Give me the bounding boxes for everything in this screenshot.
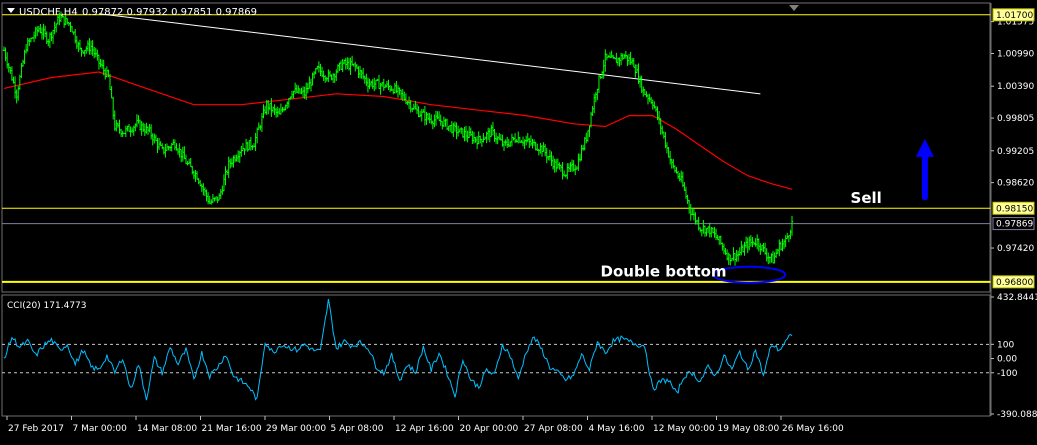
current-price-label: 0.97869 (996, 220, 1033, 230)
level-price-label: 1.01700 (996, 11, 1033, 21)
time-tick-label: 5 Apr 08:00 (331, 424, 384, 434)
level-price-label: 0.98150 (996, 204, 1033, 214)
price-tick-label: 0.99805 (997, 114, 1034, 124)
time-tick-label: 21 Mar 16:00 (202, 424, 262, 434)
time-tick-label: 12 Apr 16:00 (395, 424, 454, 434)
time-tick-label: 4 May 16:00 (589, 424, 645, 434)
chart-window: 1.01575 1.00990 1.00390 0.99805 0.99205 0.986… (0, 0, 1037, 441)
time-tick-label: 26 May 16:00 (782, 424, 844, 434)
sell-annotation: Sell (851, 189, 882, 207)
price-tick-label: 1.00390 (997, 82, 1034, 92)
chart-background (0, 0, 1037, 441)
cci-tick-label: 432.8441 (997, 293, 1037, 303)
cci-label: CCI(20) 171.4773 (7, 301, 87, 311)
time-tick-label: 27 Apr 08:00 (524, 424, 583, 434)
time-tick-label: 20 Apr 00:00 (460, 424, 519, 434)
price-tick-label: 0.97420 (997, 244, 1034, 254)
time-tick-label: 29 Mar 00:00 (266, 424, 326, 434)
time-tick-label: 27 Feb 2017 (8, 424, 64, 434)
time-tick-label: 12 May 00:00 (653, 424, 715, 434)
time-tick-label: 19 May 08:00 (718, 424, 780, 434)
cci-tick-label: 0.00 (997, 355, 1017, 365)
price-tick-label: 0.98620 (997, 179, 1034, 189)
cci-tick-label: -390.0889 (997, 410, 1037, 420)
double-bottom-annotation: Double bottom (601, 262, 727, 280)
cci-tick-label: 100 (997, 340, 1014, 350)
price-tick-label: 1.00990 (997, 49, 1034, 59)
time-tick-label: 7 Mar 00:00 (73, 424, 128, 434)
symbol-label: USDCHF,H4 (19, 7, 78, 18)
cci-tick-label: -100 (997, 369, 1018, 379)
time-tick-label: 14 Mar 08:00 (137, 424, 197, 434)
level-price-label: 0.96800 (996, 278, 1033, 288)
ohlc-label: 0.97872 0.97932 0.97851 0.97869 (82, 7, 257, 18)
chart-canvas[interactable]: 1.015751.009901.003900.998050.992050.986… (0, 0, 1037, 441)
price-tick-label: 0.99205 (997, 147, 1034, 157)
